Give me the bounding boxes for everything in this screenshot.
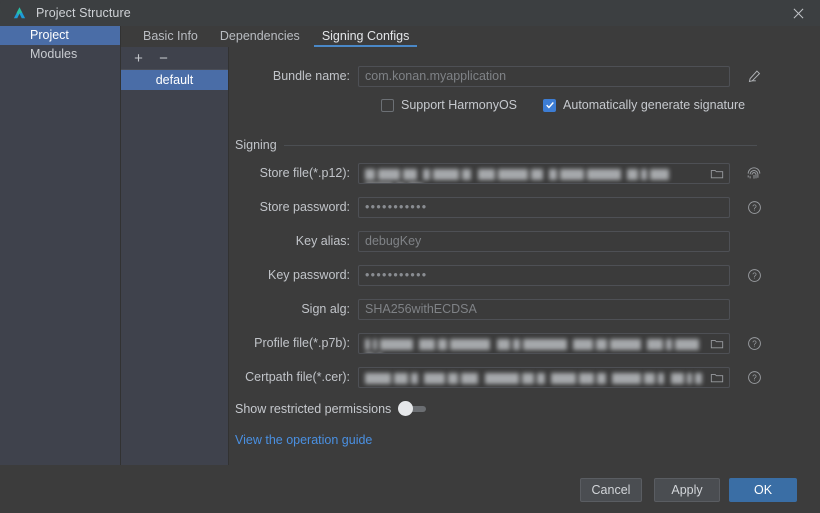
list-item[interactable]: default bbox=[121, 70, 228, 90]
bundle-name-input[interactable]: com.konan.myapplication bbox=[358, 65, 730, 87]
support-harmonyos-label: Support HarmonyOS bbox=[401, 98, 518, 112]
show-restricted-permissions-label: Show restricted permissions bbox=[235, 402, 392, 416]
profile-file-label: Profile file(*.p7b): bbox=[254, 336, 350, 350]
dialog-title: Project Structure bbox=[36, 6, 131, 20]
folder-browse-icon[interactable] bbox=[710, 337, 724, 351]
profile-file-value-redacted bbox=[365, 337, 705, 351]
tab-label: Signing Configs bbox=[321, 29, 410, 43]
signing-configs-list-panel: + − default bbox=[121, 47, 229, 465]
config-list-toolbar: + − bbox=[121, 47, 228, 70]
close-icon[interactable] bbox=[776, 0, 820, 26]
dialog-titlebar: Project Structure bbox=[0, 0, 820, 26]
sidebar-item-project[interactable]: Project bbox=[0, 26, 120, 45]
key-password-value: ••••••••••• bbox=[365, 268, 428, 282]
bundle-name-row: Bundle name: com.konan.myapplication bbox=[229, 65, 820, 87]
show-restricted-permissions-toggle[interactable] bbox=[398, 401, 427, 416]
help-circle-icon[interactable]: ? bbox=[737, 196, 771, 218]
deveco-studio-logo-icon bbox=[6, 0, 32, 26]
certpath-file-value-redacted bbox=[365, 371, 705, 385]
tab-label: Basic Info bbox=[143, 29, 198, 43]
help-circle-icon[interactable]: ? bbox=[737, 366, 771, 388]
dialog-footer: Cancel Apply OK bbox=[0, 465, 820, 513]
tab-signing-configs[interactable]: Signing Configs bbox=[311, 26, 421, 47]
profile-file-row: Profile file(*.p7b): ? bbox=[229, 332, 820, 354]
help-circle-icon[interactable]: ? bbox=[737, 332, 771, 354]
support-harmonyos-checkbox[interactable] bbox=[381, 98, 394, 112]
sign-alg-row: Sign alg: SHA256withECDSA bbox=[229, 298, 820, 320]
signing-group-title: Signing bbox=[235, 138, 277, 152]
folder-browse-icon[interactable] bbox=[710, 167, 724, 181]
config-item-label: default bbox=[155, 73, 194, 87]
certpath-file-row: Certpath file(*.cer): ? bbox=[229, 366, 820, 388]
apply-button[interactable]: Apply bbox=[654, 478, 720, 502]
store-password-label: Store password: bbox=[259, 200, 350, 214]
tab-label: Dependencies bbox=[219, 29, 300, 43]
svg-text:?: ? bbox=[752, 339, 757, 348]
sidebar-item-label: Project bbox=[30, 28, 69, 42]
key-alias-input[interactable]: debugKey bbox=[358, 230, 730, 252]
ok-button[interactable]: OK bbox=[729, 478, 797, 502]
plus-icon[interactable]: + bbox=[132, 51, 145, 66]
signing-configs-form: Bundle name: com.konan.myapplication Sup… bbox=[229, 47, 820, 465]
key-alias-row: Key alias: debugKey bbox=[229, 230, 820, 252]
signing-group-header: Signing bbox=[229, 137, 820, 153]
svg-text:?: ? bbox=[752, 373, 757, 382]
folder-browse-icon[interactable] bbox=[710, 371, 724, 385]
bundle-name-value: com.konan.myapplication bbox=[365, 69, 507, 83]
certpath-file-label: Certpath file(*.cer): bbox=[245, 370, 350, 384]
toggle-knob bbox=[398, 401, 414, 416]
help-circle-icon[interactable]: ? bbox=[737, 264, 771, 286]
bundle-name-label: Bundle name: bbox=[272, 69, 350, 83]
store-file-label: Store file(*.p12): bbox=[259, 166, 350, 180]
auto-generate-signature-checkbox[interactable] bbox=[543, 98, 557, 112]
sign-alg-label: Sign alg: bbox=[301, 302, 350, 316]
sign-alg-input[interactable]: SHA256withECDSA bbox=[358, 298, 730, 320]
minus-icon[interactable]: − bbox=[157, 51, 170, 66]
sidebar-item-modules[interactable]: Modules bbox=[0, 45, 120, 64]
svg-text:?: ? bbox=[752, 203, 757, 212]
project-structure-dialog: Project Structure Project Modules Basic … bbox=[0, 0, 820, 513]
key-alias-value: debugKey bbox=[365, 234, 422, 248]
profile-file-input[interactable] bbox=[358, 332, 730, 354]
key-alias-label: Key alias: bbox=[295, 234, 350, 248]
show-restricted-permissions-row: Show restricted permissions bbox=[229, 399, 820, 419]
store-file-value-redacted bbox=[365, 167, 705, 181]
tab-dependencies[interactable]: Dependencies bbox=[209, 26, 311, 47]
certpath-file-input[interactable] bbox=[358, 366, 730, 388]
key-password-label: Key password: bbox=[268, 268, 350, 282]
store-password-value: ••••••••••• bbox=[365, 200, 428, 214]
operation-guide-link[interactable]: View the operation guide bbox=[235, 433, 372, 447]
key-password-row: Key password: ••••••••••• ? bbox=[229, 264, 820, 286]
store-file-row: Store file(*.p12): bbox=[229, 162, 820, 184]
signature-options-row: Support HarmonyOS Automatically generate… bbox=[229, 95, 820, 115]
store-password-input[interactable]: ••••••••••• bbox=[358, 196, 730, 218]
project-structure-sidebar: Project Modules bbox=[0, 26, 121, 465]
tab-basic-info[interactable]: Basic Info bbox=[132, 26, 209, 47]
cancel-button[interactable]: Cancel bbox=[580, 478, 642, 502]
pencil-edit-icon[interactable] bbox=[737, 65, 771, 87]
svg-text:?: ? bbox=[752, 271, 757, 280]
auto-generate-signature-label: Automatically generate signature bbox=[563, 98, 746, 112]
store-file-input[interactable] bbox=[358, 162, 730, 184]
sidebar-item-label: Modules bbox=[30, 47, 78, 61]
store-password-row: Store password: ••••••••••• ? bbox=[229, 196, 820, 218]
sign-alg-value: SHA256withECDSA bbox=[365, 302, 477, 316]
fingerprint-icon[interactable] bbox=[737, 162, 771, 184]
tab-bar: Basic Info Dependencies Signing Configs bbox=[121, 26, 820, 47]
key-password-input[interactable]: ••••••••••• bbox=[358, 264, 730, 286]
group-divider bbox=[283, 144, 757, 146]
